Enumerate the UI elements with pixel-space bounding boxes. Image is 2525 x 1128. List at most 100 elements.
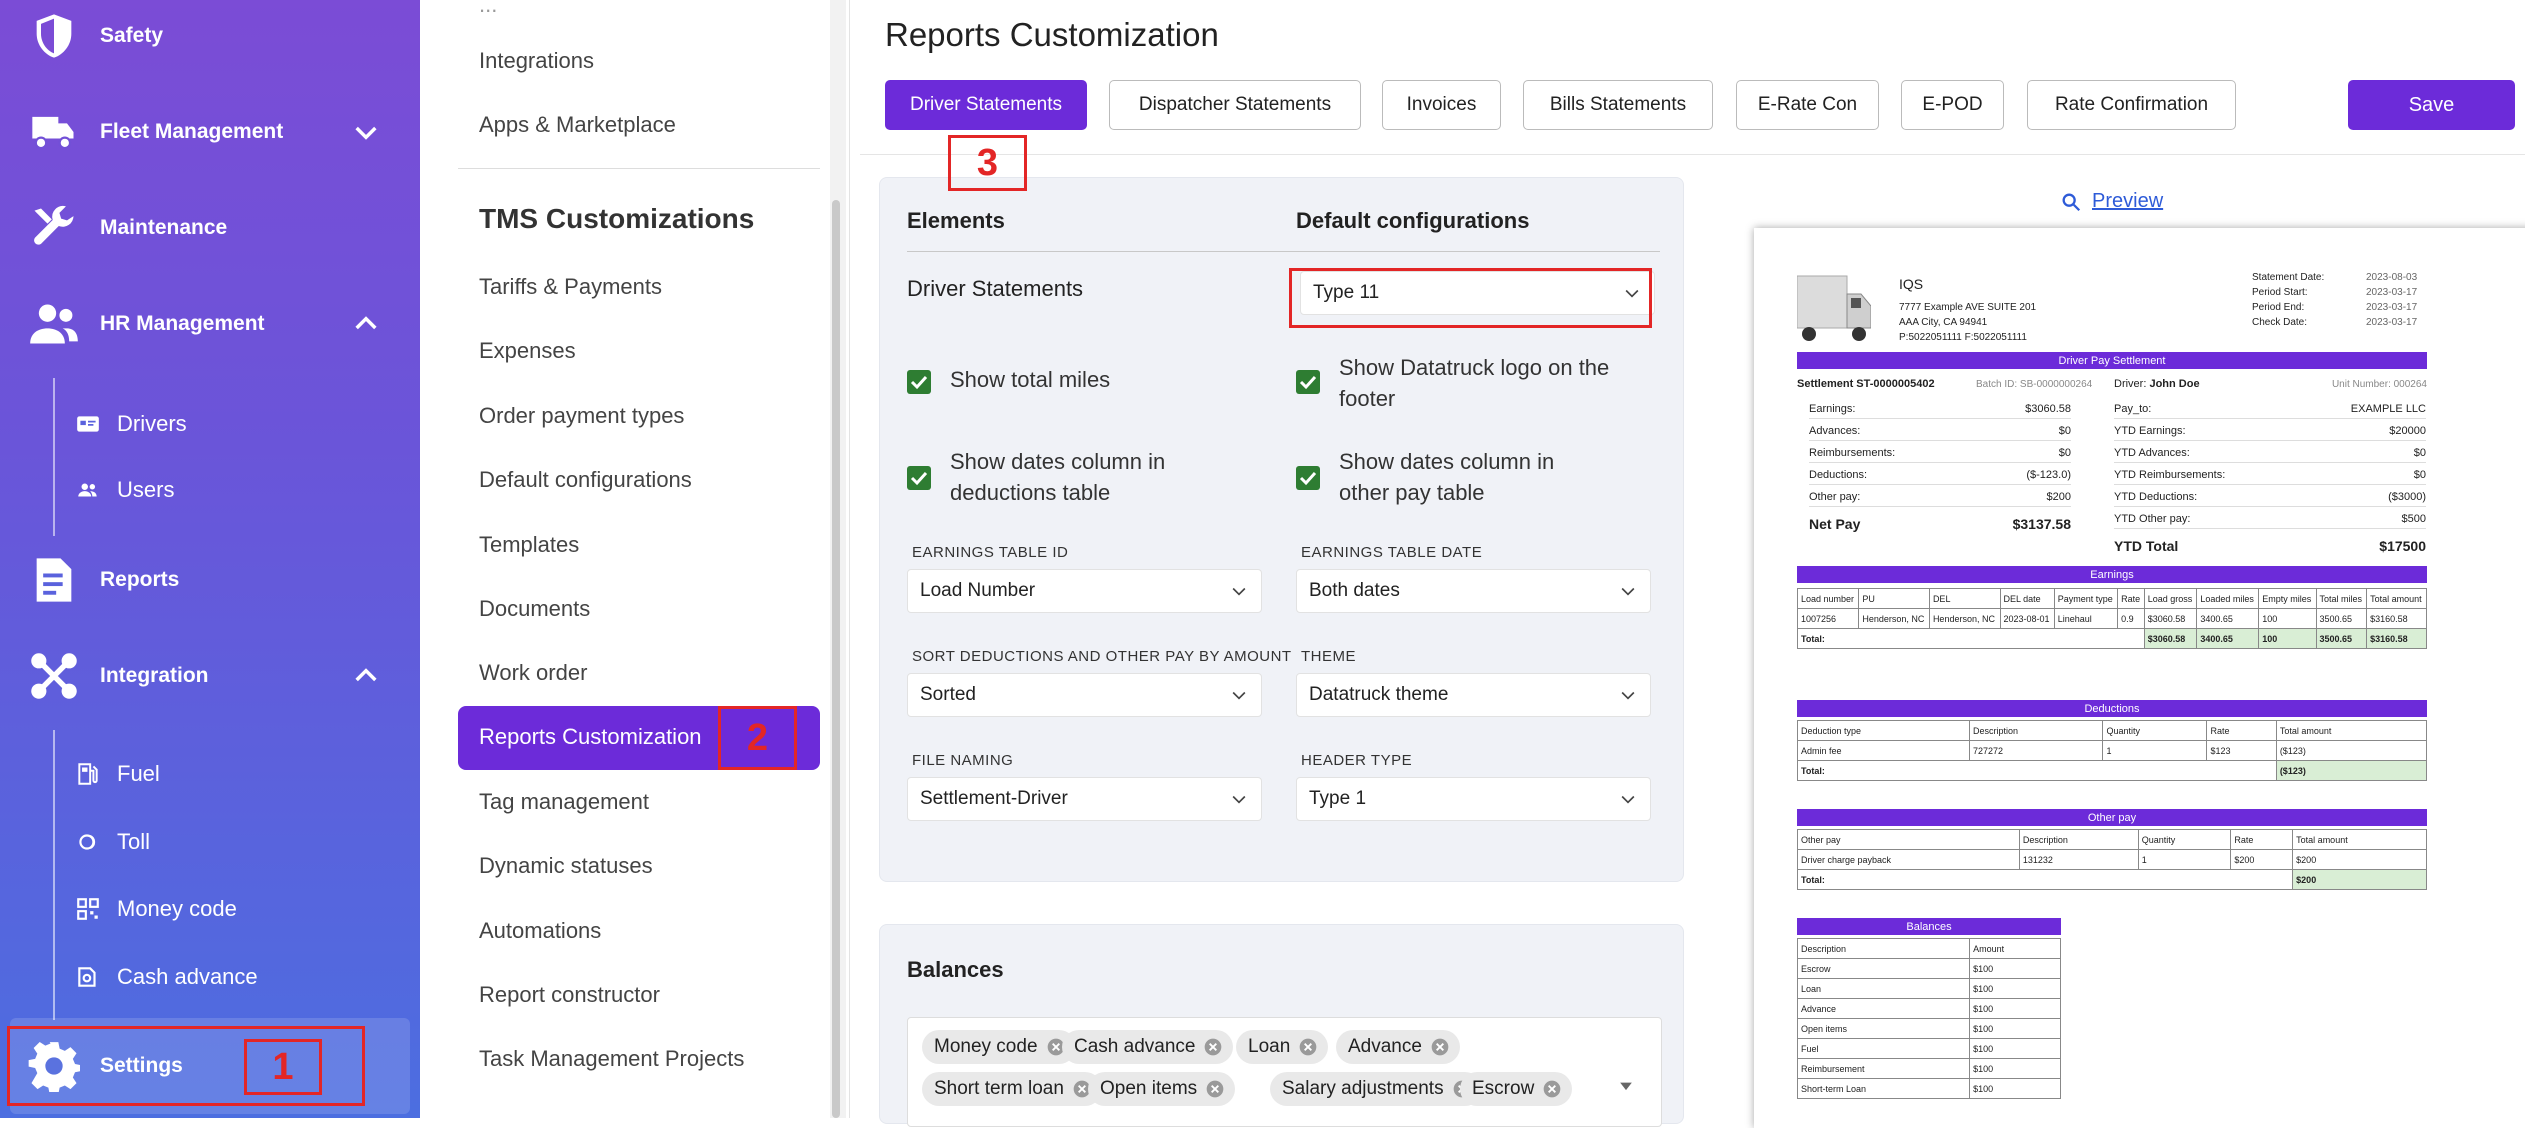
checkbox-label: Show total miles (950, 367, 1111, 392)
sort-deductions-select[interactable]: Sorted (907, 673, 1262, 717)
settings-nav-item[interactable]: Default configurations (479, 467, 692, 493)
chevron-up-icon[interactable] (350, 660, 382, 692)
summary-row: Reimbursements: $0 (1809, 444, 2071, 463)
header-type-select[interactable]: Type 1 (1296, 777, 1651, 821)
users-icon (30, 304, 78, 344)
sidebar-subitem-toll[interactable]: Toll (75, 814, 405, 870)
sidebar-label: Integration (100, 664, 209, 687)
sidebar-item-safety[interactable]: Safety (0, 0, 420, 84)
file-naming-select[interactable]: Settlement-Driver (907, 777, 1262, 821)
settings-nav-item[interactable]: Work order (479, 660, 587, 686)
summary-key: YTD Advances: (2114, 447, 2190, 459)
balance-chip: Salary adjustments (1270, 1072, 1482, 1106)
sidebar-subitem-users[interactable]: Users (75, 462, 405, 518)
section-bar: Earnings (1797, 566, 2427, 583)
settings-nav-item[interactable]: Reports Customization (479, 724, 702, 750)
sidebar-item-reports[interactable]: Reports (0, 532, 420, 628)
deductions-table: Deduction type Description Quantity Rate Tot… (1797, 720, 2428, 781)
table-row: Loan $100 (1796, 978, 2061, 999)
table-cell: Total: (1796, 869, 2294, 890)
select-value: Sorted (920, 684, 976, 705)
settings-nav-item[interactable]: Documents (479, 596, 590, 622)
sidebar-item-integration[interactable]: Integration (0, 628, 420, 724)
company-name: IQS (1899, 276, 1924, 292)
balances-multiselect[interactable]: Money code Cash advance Loan Advance Short t… (907, 1017, 1662, 1127)
company-phone: P:5022051111 F:5022051111 (1899, 332, 2027, 343)
table-row: Fuel $100 (1796, 1038, 2061, 1059)
select-value: Datatruck theme (1309, 684, 1449, 705)
earnings-table-id-select[interactable]: Load Number (907, 569, 1262, 613)
fuel-icon (78, 763, 98, 785)
settings-nav-item-integrations[interactable]: Integrations (479, 48, 594, 74)
sidebar-item-maintenance[interactable]: Maintenance (0, 180, 420, 276)
section-title: Balances (907, 957, 1004, 982)
checkbox-dates-deductions[interactable] (907, 466, 931, 490)
settings-nav-item[interactable]: Task Management Projects (479, 1046, 744, 1072)
table-cell: Admin fee (1797, 740, 1970, 761)
settings-nav-item[interactable]: Report constructor (479, 982, 660, 1008)
settings-nav-item[interactable]: Automations (479, 918, 601, 944)
tab-driver-statements[interactable]: Driver Statements (885, 80, 1087, 130)
summary-value: $500 (2401, 513, 2426, 525)
table-row: Admin fee 727272 1 $123 ($123) (1797, 740, 2428, 761)
tab-dispatcher-statements[interactable]: Dispatcher Statements (1109, 80, 1361, 130)
summary-row: Deductions: ($-123.0) (1809, 466, 2071, 485)
settings-nav-item-apps[interactable]: Apps & Marketplace (479, 112, 676, 138)
table-cell: Linehaul (2053, 608, 2119, 629)
settings-nav-item[interactable]: Tariffs & Payments (479, 274, 662, 300)
scrollbar-thumb[interactable] (832, 200, 840, 1118)
remove-chip-icon[interactable] (1430, 1037, 1450, 1057)
tab-bills-statements[interactable]: Bills Statements (1523, 80, 1713, 130)
caret-down-icon[interactable] (1616, 1076, 1636, 1096)
sidebar-subitem-cash-advance[interactable]: Cash advance (75, 949, 405, 1005)
sidebar-label: Money code (117, 896, 237, 921)
chip-label: Escrow (1472, 1078, 1535, 1099)
tab-invoices[interactable]: Invoices (1382, 80, 1501, 130)
sidebar-item-fleet-management[interactable]: Fleet Management (0, 84, 420, 180)
summary-key: Pay_to: (2114, 403, 2152, 415)
checkbox-label: Show dates column in other pay table (1339, 449, 1555, 505)
remove-chip-icon[interactable] (1542, 1079, 1562, 1099)
sidebar-subitem-drivers[interactable]: Drivers (75, 396, 405, 452)
earnings-table-date-select[interactable]: Both dates (1296, 569, 1651, 613)
sidebar-label: Maintenance (100, 216, 228, 239)
settings-nav-item[interactable]: Templates (479, 532, 579, 558)
sidebar-subitem-fuel[interactable]: Fuel (75, 746, 405, 802)
preview-link[interactable]: Preview (2060, 190, 2163, 213)
chevron-up-icon[interactable] (350, 308, 382, 340)
settings-nav-item[interactable]: Order payment types (479, 403, 684, 429)
tab-e-rate-con[interactable]: E-Rate Con (1736, 80, 1879, 130)
remove-chip-icon[interactable] (1203, 1037, 1223, 1057)
checkbox-show-total-miles[interactable] (907, 370, 931, 394)
sidebar-subitem-money-code[interactable]: Money code (75, 881, 405, 937)
settings-nav-item-partial[interactable]: ... (479, 0, 497, 18)
summary-row: Earnings: $3060.58 (1809, 400, 2071, 419)
section-bar: Deductions (1797, 700, 2427, 717)
summary-key: YTD Total (2114, 537, 2179, 554)
cash-icon (78, 967, 96, 987)
truck-icon (32, 116, 74, 150)
sidebar-label: Users (117, 477, 175, 502)
summary-row: Other pay: $200 (1809, 488, 2071, 507)
save-button[interactable]: Save (2348, 80, 2515, 130)
summary-key: Other pay: (1809, 491, 1861, 503)
sidebar-item-hr-management[interactable]: HR Management (0, 276, 420, 372)
select-value: Load Number (920, 580, 1036, 601)
checkbox-dates-other-pay[interactable] (1296, 466, 1320, 490)
table-cell: Total amount (2275, 720, 2428, 741)
balances-table: Description Amount Escrow $100 Loan $100 Advan… (1796, 938, 2061, 1099)
checkbox-label: Show Datatruck logo on the footer (1339, 355, 1610, 411)
main-content: Reports Customization Driver Statements … (860, 0, 2525, 1128)
tab-rate-confirmation[interactable]: Rate Confirmation (2027, 80, 2236, 130)
settings-nav-item[interactable]: Dynamic statuses (479, 853, 653, 879)
chevron-down-icon (1232, 587, 1246, 596)
remove-chip-icon[interactable] (1205, 1079, 1225, 1099)
tab-e-pod[interactable]: E-POD (1901, 80, 2004, 130)
remove-chip-icon[interactable] (1298, 1037, 1318, 1057)
chevron-down-icon[interactable] (350, 116, 382, 148)
settings-nav-item[interactable]: Tag management (479, 789, 649, 815)
theme-select[interactable]: Datatruck theme (1296, 673, 1651, 717)
checkbox-show-logo-footer[interactable] (1296, 370, 1320, 394)
wrench-icon (34, 205, 74, 245)
settings-nav-item[interactable]: Expenses (479, 338, 576, 364)
